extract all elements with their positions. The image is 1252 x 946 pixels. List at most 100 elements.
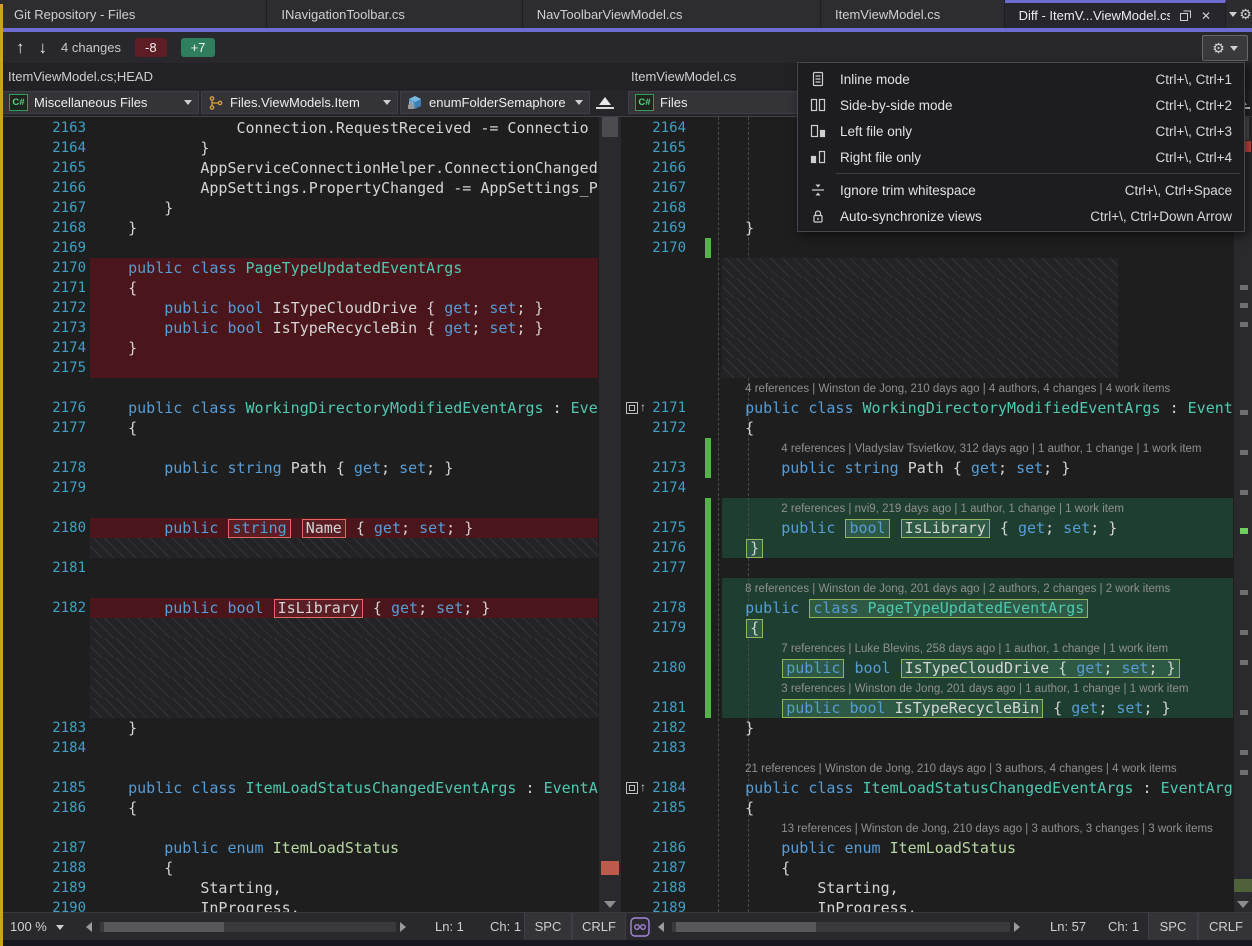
code-line[interactable]: 2178 public class PageTypeUpdatedEventAr… bbox=[622, 598, 1233, 618]
right-horizontal-scrollbar[interactable] bbox=[672, 922, 1010, 932]
menu-item-inline-mode[interactable]: Inline modeCtrl+\, Ctrl+1 bbox=[798, 66, 1244, 92]
copilot-badge-icon[interactable] bbox=[630, 917, 650, 940]
codelens-line[interactable]: 3 references | Winston de Jong, 201 days… bbox=[622, 678, 1233, 698]
changed-region-margin-icon[interactable]: ↑ bbox=[626, 780, 652, 796]
chevron-down-icon[interactable] bbox=[184, 100, 192, 105]
next-change-button[interactable]: ↓ bbox=[39, 38, 48, 58]
menu-item-left-file-only[interactable]: Left file onlyCtrl+\, Ctrl+3 bbox=[798, 118, 1244, 144]
left-split-button[interactable] bbox=[592, 93, 618, 112]
code-line[interactable]: 2177 bbox=[622, 558, 1233, 578]
zoom-control[interactable]: 100 % bbox=[10, 919, 47, 934]
combo-enumfoldersemaphore[interactable]: enumFolderSemaphore bbox=[400, 91, 590, 114]
scroll-thumb[interactable] bbox=[676, 922, 816, 932]
hscroll-right-arrow-icon[interactable] bbox=[1014, 922, 1020, 932]
code-line[interactable]: 2171 { bbox=[3, 278, 598, 298]
code-line[interactable]: 2186 { bbox=[3, 798, 598, 818]
scroll-thumb[interactable] bbox=[602, 117, 618, 137]
chevron-down-icon[interactable] bbox=[383, 100, 391, 105]
scroll-down-arrow-icon[interactable] bbox=[1237, 901, 1249, 908]
code-line[interactable]: 2184 bbox=[3, 738, 598, 758]
code-line[interactable]: 2176 } bbox=[622, 538, 1233, 558]
code-line[interactable]: 2174 } bbox=[3, 338, 598, 358]
code-line[interactable]: 2180 public string Name { get; set; } bbox=[3, 518, 598, 538]
codelens-text[interactable]: 4 references | Vladyslav Tsvietkov, 312 … bbox=[781, 438, 1201, 458]
scroll-thumb[interactable] bbox=[104, 922, 224, 932]
code-line[interactable]: 2183 bbox=[622, 738, 1233, 758]
code-line[interactable]: 2174 bbox=[622, 478, 1233, 498]
code-line[interactable]: 2175 bbox=[3, 358, 598, 378]
code-line[interactable]: 2182 } bbox=[622, 718, 1233, 738]
menu-item-ignore-trim-whitespace[interactable]: Ignore trim whitespaceCtrl+\, Ctrl+Space bbox=[798, 177, 1244, 203]
code-line[interactable]: 2179 { bbox=[622, 618, 1233, 638]
hscroll-right-arrow-icon[interactable] bbox=[400, 922, 406, 932]
code-line[interactable]: 2183 } bbox=[3, 718, 598, 738]
code-line[interactable]: 2176 public class WorkingDirectoryModifi… bbox=[3, 398, 598, 418]
code-line[interactable]: 2188 { bbox=[3, 858, 598, 878]
menu-item-auto-synchronize-views[interactable]: Auto-synchronize viewsCtrl+\, Ctrl+Down … bbox=[798, 203, 1244, 229]
code-line[interactable]: 2173 public bool IsTypeRecycleBin { get;… bbox=[3, 318, 598, 338]
right-editor[interactable]: 216421652166216721682169 }21704 referenc… bbox=[622, 117, 1233, 912]
code-line[interactable]: 2166 AppSettings.PropertyChanged -= AppS… bbox=[3, 178, 598, 198]
code-line[interactable]: 2180 public bool IsTypeCloudDrive { get;… bbox=[622, 658, 1233, 678]
menu-item-side-by-side-mode[interactable]: Side-by-side modeCtrl+\, Ctrl+2 bbox=[798, 92, 1244, 118]
codelens-text[interactable]: 2 references | nvi9, 219 days ago | 1 au… bbox=[781, 498, 1124, 518]
codelens-line[interactable]: 21 references | Winston de Jong, 210 day… bbox=[622, 758, 1233, 778]
tab-list-chevron-icon[interactable] bbox=[1226, 0, 1239, 28]
code-line[interactable]: 2172 public bool IsTypeCloudDrive { get;… bbox=[3, 298, 598, 318]
tab-itemviewmodel-cs[interactable]: ItemViewModel.cs bbox=[821, 0, 1005, 28]
codelens-line[interactable]: 13 references | Winston de Jong, 210 day… bbox=[622, 818, 1233, 838]
code-line[interactable]: ↑2184 public class ItemLoadStatusChanged… bbox=[622, 778, 1233, 798]
right-space-mode-button[interactable]: SPC bbox=[1148, 913, 1198, 940]
code-line[interactable]: 2188 Starting, bbox=[622, 878, 1233, 898]
left-eol-mode-button[interactable]: CRLF bbox=[572, 913, 626, 940]
code-line[interactable]: 2167 } bbox=[3, 198, 598, 218]
hscroll-left-arrow-icon[interactable] bbox=[658, 922, 664, 932]
code-line[interactable]: 2172 { bbox=[622, 418, 1233, 438]
code-line[interactable]: 2190 InProgress, bbox=[3, 898, 598, 912]
code-line[interactable]: 2185 { bbox=[622, 798, 1233, 818]
codelens-line[interactable]: 2 references | nvi9, 219 days ago | 1 au… bbox=[622, 498, 1233, 518]
codelens-line[interactable]: 8 references | Winston de Jong, 201 days… bbox=[622, 578, 1233, 598]
code-line[interactable]: 2165 AppServiceConnectionHelper.Connecti… bbox=[3, 158, 598, 178]
code-line[interactable]: 2187 { bbox=[622, 858, 1233, 878]
tab-inavigationtoolbar-cs[interactable]: INavigationToolbar.cs bbox=[267, 0, 522, 28]
code-line[interactable]: 2182 public bool IsLibrary { get; set; } bbox=[3, 598, 598, 618]
code-line[interactable]: 2168 } bbox=[3, 218, 598, 238]
codelens-text[interactable]: 4 references | Winston de Jong, 210 days… bbox=[745, 378, 1170, 398]
code-line[interactable]: 2175 public bool IsLibrary { get; set; } bbox=[622, 518, 1233, 538]
codelens-text[interactable]: 8 references | Winston de Jong, 201 days… bbox=[745, 578, 1170, 598]
left-space-mode-button[interactable]: SPC bbox=[524, 913, 572, 940]
left-horizontal-scrollbar[interactable] bbox=[100, 922, 396, 932]
tab-diff-itemv-viewmodel-cs[interactable]: Diff - ItemV...ViewModel.cs✕ bbox=[1005, 0, 1226, 28]
code-line[interactable]: 2170 bbox=[622, 238, 1233, 258]
code-line[interactable]: 2179 bbox=[3, 478, 598, 498]
code-line[interactable]: 2163 Connection.RequestReceived -= Conne… bbox=[3, 118, 598, 138]
left-vertical-scrollbar[interactable] bbox=[599, 117, 621, 912]
code-line[interactable]: 2177 { bbox=[3, 418, 598, 438]
close-icon[interactable]: ✕ bbox=[1201, 9, 1211, 23]
zoom-chevron-icon[interactable] bbox=[56, 925, 64, 930]
codelens-text[interactable]: 13 references | Winston de Jong, 210 day… bbox=[781, 818, 1213, 838]
code-line[interactable]: 2186 public enum ItemLoadStatus bbox=[622, 838, 1233, 858]
code-line[interactable]: 2181 public bool IsTypeRecycleBin { get;… bbox=[622, 698, 1233, 718]
combo-files-viewmodels-item[interactable]: Files.ViewModels.Item bbox=[201, 91, 398, 114]
codelens-text[interactable]: 7 references | Luke Blevins, 258 days ag… bbox=[781, 638, 1168, 658]
code-line[interactable]: 2189 Starting, bbox=[3, 878, 598, 898]
code-line[interactable]: 2170 public class PageTypeUpdatedEventAr… bbox=[3, 258, 598, 278]
chevron-down-icon[interactable] bbox=[575, 100, 583, 105]
left-editor[interactable]: 2163 Connection.RequestReceived -= Conne… bbox=[3, 117, 598, 912]
codelens-line[interactable]: 7 references | Luke Blevins, 258 days ag… bbox=[622, 638, 1233, 658]
code-line[interactable]: 2169 bbox=[3, 238, 598, 258]
previous-change-button[interactable]: ↑ bbox=[16, 38, 25, 58]
hscroll-left-arrow-icon[interactable] bbox=[86, 922, 92, 932]
scroll-down-arrow-icon[interactable] bbox=[604, 901, 616, 908]
code-line[interactable]: 2181 bbox=[3, 558, 598, 578]
menu-item-right-file-only[interactable]: Right file onlyCtrl+\, Ctrl+4 bbox=[798, 144, 1244, 170]
code-line[interactable]: 2164 } bbox=[3, 138, 598, 158]
diff-settings-button[interactable]: ⚙ bbox=[1202, 35, 1248, 61]
window-gear-icon[interactable]: ⚙ bbox=[1239, 0, 1252, 28]
codelens-line[interactable]: 4 references | Winston de Jong, 210 days… bbox=[622, 378, 1233, 398]
code-line[interactable]: 2173 public string Path { get; set; } bbox=[622, 458, 1233, 478]
tab-navtoolbarviewmodel-cs[interactable]: NavToolbarViewModel.cs bbox=[523, 0, 821, 28]
codelens-line[interactable]: 4 references | Vladyslav Tsvietkov, 312 … bbox=[622, 438, 1233, 458]
